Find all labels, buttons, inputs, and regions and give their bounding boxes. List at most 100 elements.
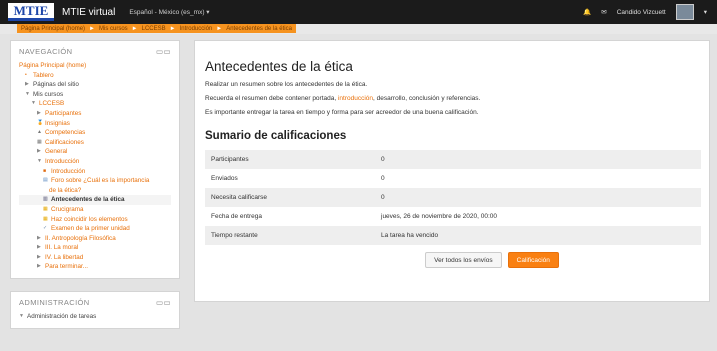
- page-icon: ■: [43, 167, 47, 174]
- admin-item-assignment[interactable]: ▼ Administración de tareas: [19, 312, 171, 322]
- summary-label: Enviados: [211, 175, 238, 182]
- match-icon: ▦: [43, 215, 48, 222]
- nav-item[interactable]: de la ética?: [19, 186, 171, 196]
- nav-item[interactable]: ▦ Calificaciones: [19, 138, 171, 148]
- breadcrumb-current: Antecedentes de la ética: [226, 25, 292, 32]
- nav-item[interactable]: ✓ Examen de la primer unidad: [19, 224, 171, 234]
- table-row: Necesita calificarse 0: [205, 188, 701, 207]
- view-all-submissions-button[interactable]: Ver todos los envíos: [425, 252, 502, 268]
- nav-item[interactable]: ▶ III. La moral: [19, 243, 171, 253]
- competency-icon: ▲: [37, 129, 42, 136]
- nav-item-label: III. La moral: [45, 244, 79, 252]
- left-column: NAVEGACIÓN ▭▭ Página Principal (home) • Ta…: [10, 40, 180, 341]
- nav-item[interactable]: ■ Introducción: [19, 167, 171, 177]
- tri-right-icon: ▶: [37, 109, 41, 116]
- language-menu[interactable]: Español - México (es_mx) ▾: [129, 8, 209, 16]
- breadcrumb-section[interactable]: Introducción: [180, 26, 213, 32]
- block-dock-icon[interactable]: ▭▭: [156, 47, 171, 56]
- avatar[interactable]: [675, 4, 694, 20]
- navigation-block: NAVEGACIÓN ▭▭ Página Principal (home) • Ta…: [10, 40, 180, 280]
- forum-icon: ▤: [43, 177, 48, 184]
- nav-item-label: Mis cursos: [33, 90, 64, 98]
- nav-item[interactable]: ▤ Foro sobre ¿Cuál es la importancia: [19, 176, 171, 186]
- site-logo[interactable]: MTIE: [8, 3, 54, 21]
- administration-block: ADMINISTRACIÓN ▭▭ ▼ Administración de ta…: [10, 291, 180, 329]
- nav-item[interactable]: ▶ General: [19, 147, 171, 157]
- grading-summary-table: Participantes 0 Enviados 0 Necesita califica…: [205, 150, 701, 245]
- table-row: Fecha de entrega jueves, 26 de noviembre …: [205, 207, 701, 226]
- nav-item[interactable]: 🏅 Insignias: [19, 119, 171, 129]
- nav-item[interactable]: Página Principal (home): [19, 61, 171, 71]
- block-dock-icon[interactable]: ▭▭: [156, 298, 171, 307]
- user-menu-chevron-icon[interactable]: ▾: [704, 8, 707, 16]
- badge-icon: 🏅: [37, 119, 44, 126]
- instructions-a: Recuerda el resumen debe contener portad…: [205, 95, 338, 102]
- tri-right-icon: ▶: [37, 148, 41, 155]
- tri-right-icon: ▶: [37, 234, 41, 241]
- user-name[interactable]: Candido Vizcuett: [617, 9, 666, 16]
- tri-down-icon: ▼: [19, 313, 24, 320]
- breadcrumb-home[interactable]: Página Principal (home): [21, 26, 85, 32]
- tri-down-icon: ▼: [37, 157, 42, 164]
- tri-right-icon: ▶: [37, 253, 41, 260]
- tri-right-icon: ▶: [37, 244, 41, 251]
- introduction-link[interactable]: introducción: [338, 95, 373, 102]
- nav-item[interactable]: ▶ Para terminar...: [19, 262, 171, 272]
- nav-item-label: Introducción: [51, 167, 86, 175]
- notification-bell-icon[interactable]: 🔔: [583, 8, 591, 16]
- action-buttons: Ver todos los envíos Calificación: [205, 252, 699, 268]
- crossword-icon: ▦: [43, 205, 48, 212]
- summary-label: Necesita calificarse: [205, 188, 375, 207]
- nav-item[interactable]: ▼ LCCESB: [19, 99, 171, 109]
- breadcrumb: Página Principal (home) ► Mis cursos ► LCC…: [17, 24, 296, 33]
- tri-right-icon: ▶: [37, 263, 41, 270]
- page-title: Antecedentes de la ética: [205, 59, 353, 74]
- tri-down-icon: ▼: [25, 90, 30, 97]
- instructions-text: Recuerda el resumen debe contener portad…: [205, 95, 699, 102]
- nav-item[interactable]: ▶ II. Antropología Filosófica: [19, 234, 171, 244]
- summary-label: Fecha de entrega: [211, 213, 262, 220]
- nav-item-label: Participantes: [45, 109, 82, 117]
- breadcrumb-my-courses[interactable]: Mis cursos: [99, 26, 128, 32]
- nav-item-label: LCCESB: [39, 100, 65, 108]
- nav-item-label: Tablero: [33, 71, 54, 79]
- nav-item-label: Competencias: [45, 129, 86, 137]
- nav-item-label: Páginas del sitio: [33, 81, 79, 89]
- nav-item[interactable]: ▲ Competencias: [19, 128, 171, 138]
- nav-item[interactable]: ▶ Páginas del sitio: [19, 80, 171, 90]
- nav-item-label: General: [45, 148, 68, 156]
- site-name[interactable]: MTIE virtual: [62, 7, 115, 18]
- nav-item[interactable]: ▦ Crucigrama: [19, 205, 171, 215]
- nav-item[interactable]: ▶ Participantes: [19, 109, 171, 119]
- user-area: 🔔 ✉ Candido Vizcuett ▾: [583, 4, 717, 20]
- summary-value: La tarea ha vencido: [375, 226, 701, 245]
- navigation-tree: Página Principal (home) • Tablero ▶ Páginas …: [19, 61, 171, 272]
- admin-item-label: Administración de tareas: [27, 313, 97, 321]
- nav-item-label: de la ética?: [49, 186, 82, 194]
- summary-label: Participantes: [205, 150, 375, 169]
- summary-value: 0: [375, 188, 701, 207]
- nav-item[interactable]: • Tablero: [19, 71, 171, 81]
- nav-item-label: Foro sobre ¿Cuál es la importancia: [51, 177, 150, 185]
- summary-value: 0: [375, 150, 701, 169]
- nav-item[interactable]: ▼ Mis cursos: [19, 90, 171, 100]
- nav-item[interactable]: ▦ Haz coincidir los elementos: [19, 215, 171, 225]
- breadcrumb-course[interactable]: LCCESB: [142, 26, 166, 32]
- nav-item-label: Haz coincidir los elementos: [51, 215, 128, 223]
- summary-label: Tiempo restante: [205, 226, 375, 245]
- nav-item-label: Calificaciones: [45, 138, 84, 146]
- nav-item[interactable]: ▶ IV. La libertad: [19, 253, 171, 263]
- nav-item[interactable]: ▼ Introducción: [19, 157, 171, 167]
- nav-item[interactable]: ▥ Antecedentes de la ética: [19, 195, 171, 205]
- tri-down-icon: ▼: [31, 100, 36, 107]
- table-row: Tiempo restante La tarea ha vencido: [205, 226, 701, 245]
- quiz-icon: ✓: [43, 225, 48, 232]
- nav-item-label: Página Principal (home): [19, 62, 87, 69]
- summary-title: Sumario de calificaciones: [205, 130, 347, 142]
- bullet-icon: •: [25, 71, 27, 78]
- grade-button[interactable]: Calificación: [507, 252, 559, 268]
- grades-icon: ▦: [37, 138, 42, 145]
- instructions-b: , desarrollo, conclusión y referencias.: [373, 95, 481, 102]
- nav-item-label: Insignias: [45, 119, 70, 127]
- messages-icon[interactable]: ✉: [601, 8, 606, 16]
